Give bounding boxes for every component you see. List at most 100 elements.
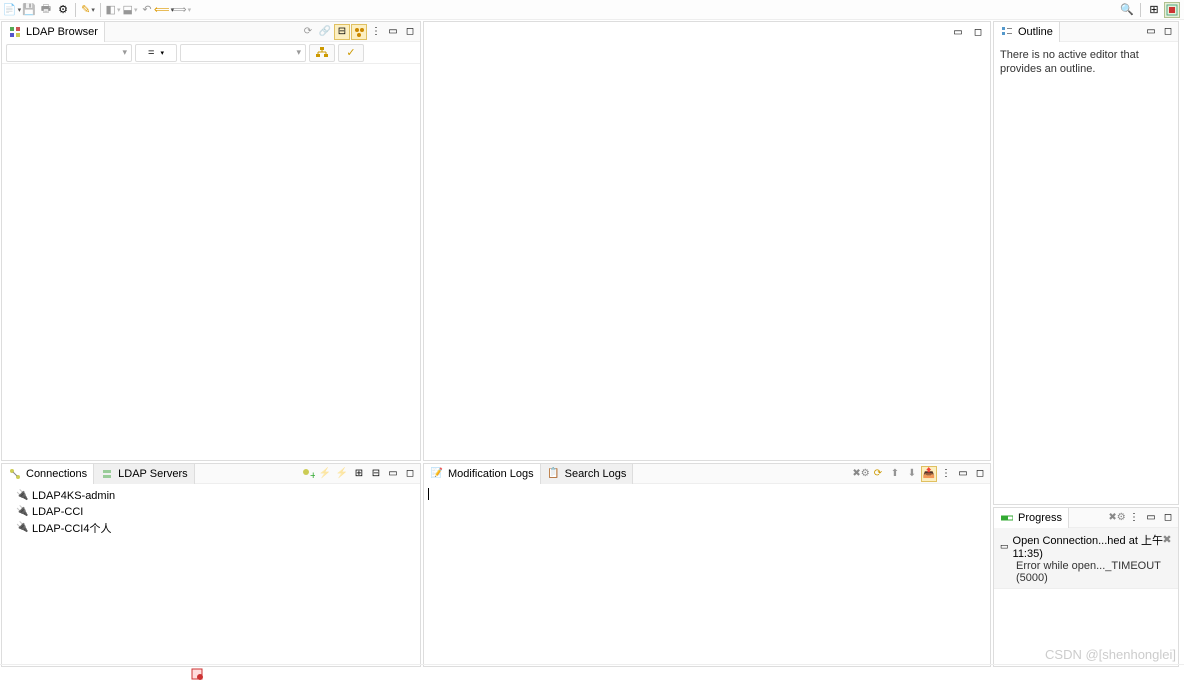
refresh-icon[interactable]: ⟳ [300,24,316,40]
tab-ldap-servers[interactable]: LDAP Servers [94,464,195,484]
collapse-all-button[interactable]: ⊟ [368,466,384,482]
separator [75,3,76,17]
svg-text:+: + [310,470,315,481]
view-menu-icon[interactable]: ⋮ [368,24,384,40]
connections-icon [8,467,22,481]
minimize-icon[interactable]: ▭ [385,466,401,482]
connection-item[interactable]: 🔌 LDAP-CCI4个人 [6,520,416,536]
link-icon[interactable]: 🔗 [317,24,333,40]
ldap-browser-title: LDAP Browser [26,26,98,38]
separator [100,3,101,17]
outline-title: Outline [1018,26,1053,38]
logs-panel: 📝 Modification Logs 📋 Search Logs ✖⚙ ⟳ ⬆… [423,463,991,667]
expand-all-button[interactable]: ⊞ [351,466,367,482]
connection-closed-icon: 🔌 [16,506,28,518]
progress-icon [1000,511,1014,525]
next-log-button[interactable]: ⬇ [904,466,920,482]
tab-ldap-servers-label: LDAP Servers [118,468,188,480]
forward-button[interactable]: ⟹ [173,2,189,18]
progress-task-error: Error while open..._TIMEOUT (5000) [1000,560,1172,584]
connection-closed-icon: 🔌 [16,490,28,502]
text-cursor [428,488,429,500]
maximize-icon[interactable]: ◻ [402,466,418,482]
error-status-icon[interactable] [190,667,204,681]
show-searches-button[interactable] [351,24,367,40]
preferences-button[interactable]: ⚙ [55,2,71,18]
progress-task-title: Open Connection...hed at 上午 11:35) [1013,532,1172,560]
editor-area[interactable]: ▭ ◻ [423,21,991,461]
log-text-area[interactable] [424,484,990,666]
modlog-icon: 📝 [430,467,444,481]
filter-attr-dropdown[interactable]: ▾ [6,44,132,62]
ldap-browser-panel: LDAP Browser ⟳ 🔗 ⊟ ⋮ ▭ ◻ ▾ = ▾ ▾ [1,21,421,461]
filter-bar: ▾ = ▾ ▾ ✓ [2,42,420,64]
filter-run-button[interactable]: ✓ [338,44,364,62]
save-button[interactable]: 💾 [21,2,37,18]
print-button[interactable]: 🖶 [38,2,54,18]
minimize-icon[interactable]: ▭ [1143,510,1159,526]
connections-list[interactable]: 🔌 LDAP4KS-admin 🔌 LDAP-CCI 🔌 LDAP-CCI4个人 [2,484,420,666]
tab-searchlog-label: Search Logs [565,468,627,480]
connection-label: LDAP4KS-admin [32,490,115,502]
servers-icon [100,467,114,481]
tab-connections[interactable]: Connections [2,464,94,484]
remove-task-button[interactable]: ✖ [1160,532,1174,546]
clear-log-button[interactable]: ✖⚙ [853,466,869,482]
connection-item[interactable]: 🔌 LDAP-CCI [6,504,416,520]
filter-value-dropdown[interactable]: ▾ [180,44,306,62]
import-button[interactable]: ⬓ [122,2,138,18]
filter-operator-dropdown[interactable]: = ▾ [135,44,177,62]
new-wizard-button[interactable]: 📄 [4,2,20,18]
maximize-icon[interactable]: ◻ [972,466,988,482]
ldap-browser-tree[interactable] [2,64,420,460]
open-perspective-button[interactable]: ⊞ [1146,2,1162,18]
maximize-icon[interactable]: ◻ [1160,510,1176,526]
minimize-icon[interactable]: ▭ [1143,24,1159,40]
prev-log-button[interactable]: ⬆ [887,466,903,482]
schema-button[interactable]: ◧ [105,2,121,18]
search-icon[interactable]: 🔍 [1119,2,1135,18]
open-connection-button[interactable]: ⚡ [317,466,333,482]
minimize-icon[interactable]: ▭ [950,24,966,40]
maximize-icon[interactable]: ◻ [970,24,986,40]
connection-item[interactable]: 🔌 LDAP4KS-admin [6,488,416,504]
undo-button[interactable]: ↶ [139,2,155,18]
refresh-log-button[interactable]: ⟳ [870,466,886,482]
show-dit-button[interactable]: ⊟ [334,24,350,40]
searchlog-icon: 📋 [547,467,561,481]
connection-label: LDAP-CCI4个人 [32,520,111,536]
close-connection-button[interactable]: ⚡ [334,466,350,482]
connection-label: LDAP-CCI [32,506,83,518]
view-menu-icon[interactable]: ⋮ [1126,510,1142,526]
tab-ldap-browser[interactable]: LDAP Browser [2,22,105,42]
main-toolbar: 📄 💾 🖶 ⚙ ✎ ◧ ⬓ ↶ ⟸ ⟹ 🔍 ⊞ [0,0,1184,20]
back-button[interactable]: ⟸ [156,2,172,18]
ldap-perspective-button[interactable] [1164,2,1180,18]
separator [1140,3,1141,17]
progress-task-icon: ▭ [1000,541,1009,552]
tab-modlog-label: Modification Logs [448,468,534,480]
connection-closed-icon: 🔌 [16,522,28,534]
ldap-browser-icon [8,25,22,39]
wand-button[interactable]: ✎ [80,2,96,18]
progress-title: Progress [1018,512,1062,524]
export-log-button[interactable]: 📤 [921,466,937,482]
progress-item: ▭ Open Connection...hed at 上午 11:35) Err… [994,528,1178,589]
maximize-icon[interactable]: ◻ [402,24,418,40]
connections-panel: Connections LDAP Servers + ⚡ ⚡ ⊞ ⊟ [1,463,421,667]
maximize-icon[interactable]: ◻ [1160,24,1176,40]
status-bar [0,664,1184,682]
minimize-icon[interactable]: ▭ [955,466,971,482]
filter-tree-button[interactable] [309,44,335,62]
tab-outline[interactable]: Outline [994,22,1060,42]
minimize-icon[interactable]: ▭ [385,24,401,40]
clear-all-button[interactable]: ✖⚙ [1109,510,1125,526]
tab-search-logs[interactable]: 📋 Search Logs [541,464,634,484]
tab-progress[interactable]: Progress [994,508,1069,528]
new-connection-button[interactable]: + [300,466,316,482]
view-menu-icon[interactable]: ⋮ [938,466,954,482]
outline-empty-message: There is no active editor that provides … [998,46,1174,78]
tab-connections-label: Connections [26,468,87,480]
tab-modification-logs[interactable]: 📝 Modification Logs [424,464,541,484]
progress-panel: Progress ✖⚙ ⋮ ▭ ◻ ▭ Open Connection...he… [993,507,1179,667]
